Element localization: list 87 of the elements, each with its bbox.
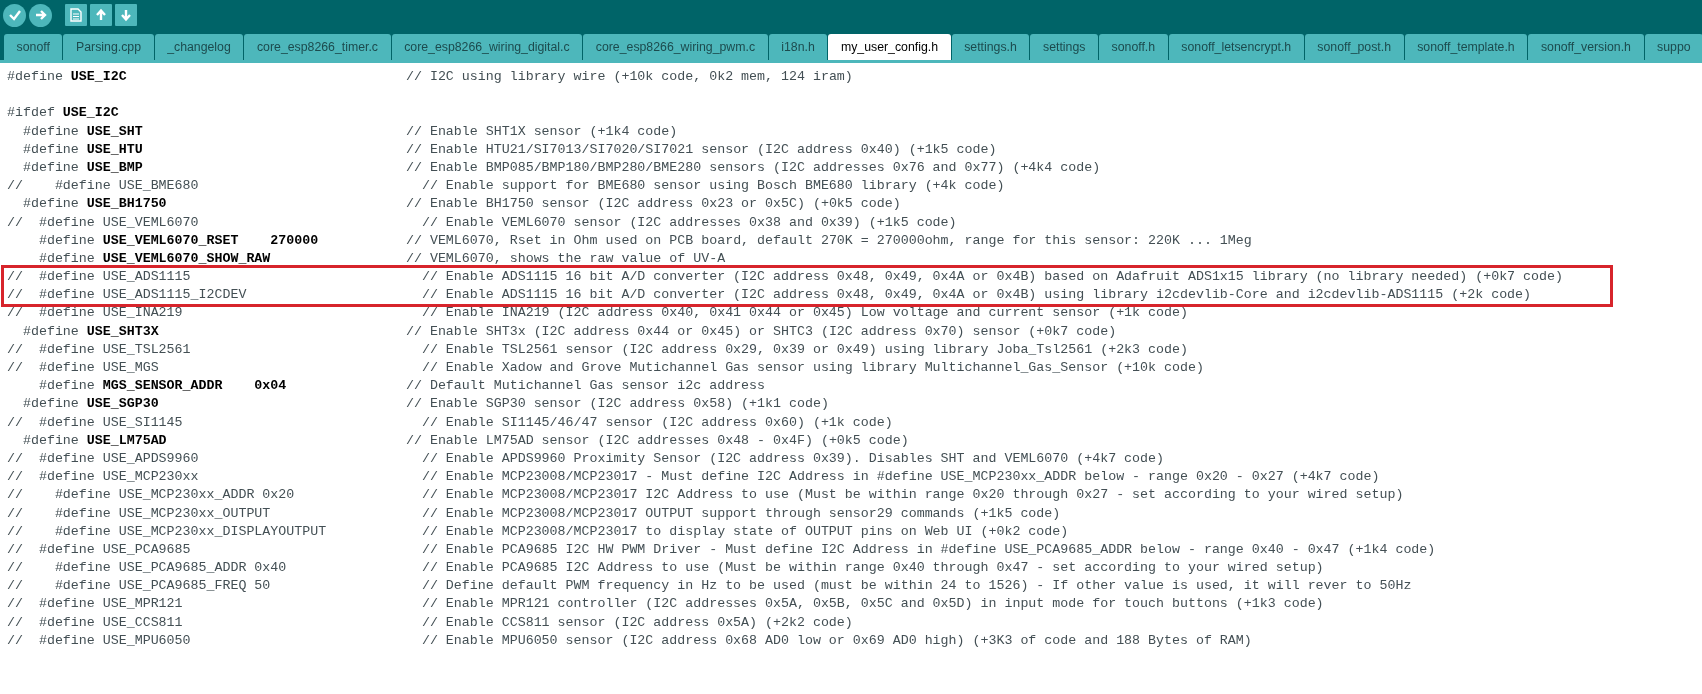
document-icon (70, 8, 82, 22)
file-tab[interactable]: sonoff (4, 34, 63, 60)
code-text: // #define USE_MCP230xx (7, 468, 200, 487)
code-text: #define USE_HTU (21, 140, 144, 159)
code-text: // #define USE_APDS9960 (7, 449, 200, 468)
code-comment: // Define default PWM frequency in Hz to be used (must be within 24 to 1526) - If other value is used, it will rever to 50Hz (421, 577, 1412, 596)
code-text: // #define USE_BME680 (7, 177, 200, 196)
down-arrow-icon (119, 8, 133, 22)
code-text: // #define USE_MCP230xx_DISPLAYOUTPUT (7, 522, 328, 541)
code-comment: // Enable support for BME680 sensor using Bosch BME680 library (+4k code) (421, 177, 1005, 196)
file-tab[interactable]: sonoff_version.h (1528, 34, 1644, 60)
file-tab[interactable]: my_user_config.h (828, 34, 951, 60)
code-text: #define USE_LM75AD (21, 431, 168, 450)
code-comment: // Enable MCP23008/MCP23017 - Must define I2C Address in #define USE_MCP230xx_ADDR below - range 0x20 - 0x27 (+4k7 code) (421, 468, 1380, 487)
code-text: #define USE_SHT3X (21, 322, 160, 341)
file-tab[interactable]: Parsing.cpp (63, 34, 154, 60)
code-comment: // Enable PCA9685 I2C Address to use (Must be within range 0x40 through 0x47 - set according to your wired setup) (421, 559, 1324, 578)
code-text: // #define USE_ADS1115 (7, 268, 192, 287)
code-text: // #define USE_INA219 (7, 304, 184, 323)
file-tab[interactable]: core_esp8266_timer.c (244, 34, 391, 60)
code-text: #define USE_BMP (21, 158, 144, 177)
code-text: #define USE_BH1750 (21, 195, 168, 214)
code-comment: // Enable APDS9960 Proximity Sensor (I2C address 0x39). Disables SHT and VEML6070 (+4k7 code) (421, 449, 1164, 468)
code-comment: // Enable MPR121 controller (I2C addresses 0x5A, 0x5B, 0x5C and 0x5D) in input mode for touch buttons (+1k3 code) (421, 595, 1324, 614)
code-text: #define USE_I2C (7, 68, 128, 86)
code-text: // #define USE_MCP230xx_ADDR 0x20 (7, 486, 296, 505)
code-text: #define MGS_SENSOR_ADDR 0x04 (37, 377, 288, 396)
right-arrow-icon (33, 8, 48, 22)
code-text: #define USE_SGP30 (21, 395, 160, 414)
code-comment: // Enable SHT1X sensor (+1k4 code) (405, 122, 678, 141)
code-text: // #define USE_PCA9685_FREQ 50 (7, 577, 272, 596)
code-text: // #define USE_ADS1115_I2CDEV (7, 286, 248, 305)
code-text: #ifdef USE_I2C (7, 104, 120, 123)
code-comment: // Enable MCP23008/MCP23017 I2C Address to use (Must be within range 0x20 through 0x27 - set according to your wired setup) (421, 486, 1404, 505)
code-text: // #define USE_MCP230xx_OUTPUT (7, 504, 272, 523)
file-tab[interactable]: sonoff_letsencrypt.h (1168, 34, 1304, 60)
verify-button[interactable] (3, 3, 26, 27)
check-icon (7, 8, 22, 22)
code-comment: // Enable ADS1115 16 bit A/D converter (I2C address 0x48, 0x49, 0x4A or 0x4B) based on Adafruit ADS1x15 library (no library needed) (+0k7 code) (421, 268, 1563, 287)
file-tab[interactable]: settings (1030, 34, 1098, 60)
file-tab[interactable]: core_esp8266_wiring_digital.c (391, 34, 583, 60)
new-button[interactable] (65, 4, 87, 26)
code-comment: // Enable BH1750 sensor (I2C address 0x23 or 0x5C) (+0k5 code) (405, 195, 901, 214)
code-comment: // Enable MPU6050 sensor (I2C address 0x68 AD0 low or 0x69 AD0 high) (+3K3 of code and 188 Bytes of RAM) (421, 631, 1252, 650)
code-text: // #define USE_PCA9685_ADDR 0x40 (7, 559, 288, 578)
save-button[interactable] (115, 4, 137, 26)
file-tab[interactable]: sonoff.h (1099, 34, 1168, 60)
code-text: // #define USE_VEML6070 (7, 213, 200, 232)
code-comment: // I2C using library wire (+10k code, 0k2 mem, 124 iram) (405, 68, 853, 86)
code-comment: // Enable ADS1115 16 bit A/D converter (I2C address 0x48, 0x49, 0x4A or 0x4B) using library i2cdevlib-Core and i2cdevlib-ADS1115 (+2k code) (421, 286, 1532, 305)
code-comment: // Enable SGP30 sensor (I2C address 0x58) (+1k1 code) (405, 395, 829, 414)
up-arrow-icon (94, 8, 108, 22)
code-comment: // Enable VEML6070 sensor (I2C addresses 0x38 and 0x39) (+1k5 code) (421, 213, 957, 232)
code-comment: // Enable Xadow and Grove Mutichannel Gas sensor using library Multichannel_Gas_Sensor (+10k code) (421, 359, 1204, 377)
code-text: // #define USE_MPU6050 (7, 631, 192, 650)
code-text: // #define USE_MGS (7, 359, 160, 377)
code-comment: // Enable TSL2561 sensor (I2C address 0x29, 0x39 or 0x49) using library Joba_Tsl2561 (+2k3 code) (421, 340, 1188, 359)
code-comment: // VEML6070, shows the raw value of UV-A (405, 249, 726, 268)
code-text: // #define USE_PCA9685 (7, 540, 192, 559)
upload-button[interactable] (29, 3, 52, 27)
code-comment: // Enable MCP23008/MCP23017 to display state of OUTPUT pins on Web UI (+0k2 code) (421, 522, 1069, 541)
file-tab[interactable]: settings.h (951, 34, 1030, 60)
code-text: // #define USE_SI1145 (7, 413, 184, 432)
file-tab[interactable]: _changelog (154, 34, 244, 60)
code-text: // #define USE_TSL2561 (7, 340, 192, 359)
code-text: #define USE_VEML6070_RSET 270000 (37, 231, 320, 250)
code-comment: // Enable MCP23008/MCP23017 OUTPUT support through sensor29 commands (+1k5 code) (421, 504, 1061, 523)
code-comment: // Default Mutichannel Gas sensor i2c address (405, 377, 766, 396)
code-comment: // Enable HTU21/SI7013/SI7020/SI7021 sensor (I2C address 0x40) (+1k5 code) (405, 140, 997, 159)
file-tab[interactable]: sonoff_template.h (1404, 34, 1528, 60)
code-comment: // Enable LM75AD sensor (I2C addresses 0x48 - 0x4F) (+0k5 code) (405, 431, 909, 450)
code-text: // #define USE_CCS811 (7, 613, 184, 632)
code-text: #define USE_VEML6070_SHOW_RAW (37, 249, 272, 268)
code-comment: // Enable SHT3x (I2C address 0x44 or 0x45) or SHTC3 (I2C address 0x70) sensor (+0k7 code) (405, 322, 1117, 341)
code-text: #define USE_SHT (21, 122, 144, 141)
file-tab[interactable]: core_esp8266_wiring_pwm.c (583, 34, 768, 60)
code-comment: // Enable INA219 (I2C address 0x40, 0x41 0x44 or 0x45) Low voltage and current sensor (+1k code) (421, 304, 1188, 323)
code-comment: // VEML6070, Rset in Ohm used on PCB board, default 270K = 270000ohm, range for this sensor: 220K ... 1Meg (405, 231, 1252, 250)
code-text: // #define USE_MPR121 (7, 595, 184, 614)
code-comment: // Enable PCA9685 I2C HW PWM Driver - Must define I2C Address in #define USE_PCA9685_ADDR below - range 0x40 - 0x47 (+1k4 code) (421, 540, 1436, 559)
code-comment: // Enable CCS811 sensor (I2C address 0x5A) (+2k2 code) (421, 613, 853, 632)
open-button[interactable] (90, 4, 112, 26)
file-tab[interactable]: i18n.h (768, 34, 828, 60)
file-tab[interactable]: suppo (1644, 34, 1702, 60)
code-comment: // Enable SI1145/46/47 sensor (I2C address 0x60) (+1k code) (421, 413, 893, 432)
code-comment: // Enable BMP085/BMP180/BMP280/BME280 sensors (I2C addresses 0x76 and 0x77) (+4k4 code) (405, 158, 1101, 177)
file-tab[interactable]: sonoff_post.h (1304, 34, 1404, 60)
